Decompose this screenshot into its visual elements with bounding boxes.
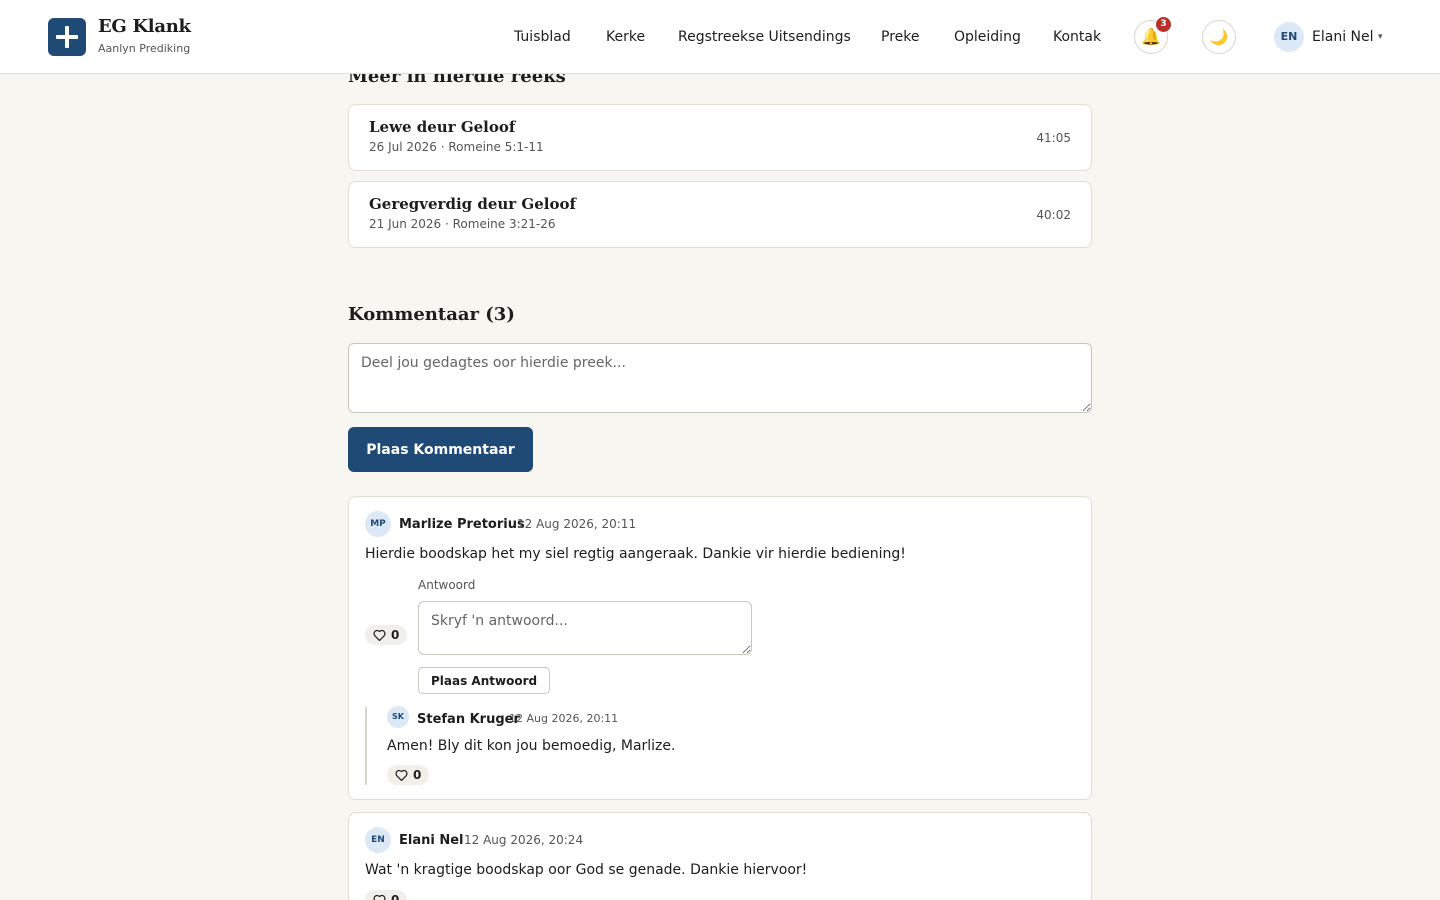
comment-input[interactable]: [348, 343, 1092, 413]
reply-author: Stefan Kruger: [417, 712, 520, 727]
like-count: 0: [391, 628, 400, 642]
series-item[interactable]: Geregverdig deur Geloof 21 Jun 2026 · Ro…: [348, 181, 1092, 248]
like-button[interactable]: 0: [365, 890, 408, 900]
chevron-down-icon[interactable]: ▾: [1378, 32, 1383, 42]
reply-input[interactable]: [418, 601, 752, 655]
notification-count-badge: 3: [1156, 17, 1171, 32]
heart-icon: [373, 629, 386, 641]
nav-link-opleiding[interactable]: Opleiding: [954, 29, 1021, 45]
comment-body: Wat 'n kragtige boodskap oor God se gena…: [365, 862, 808, 878]
reply-label: Antwoord: [418, 578, 476, 592]
user-menu-name[interactable]: Elani Nel: [1312, 29, 1374, 45]
comment-date: 12 Aug 2026, 20:24: [464, 833, 584, 847]
series-item-duration: 41:05: [1036, 131, 1071, 145]
like-button[interactable]: 0: [365, 625, 408, 645]
brand-subtitle: Aanlyn Prediking: [98, 42, 191, 55]
series-item-meta: 21 Jun 2026 · Romeine 3:21-26: [369, 217, 556, 231]
series-item-meta: 26 Jul 2026 · Romeine 5:1-11: [369, 140, 544, 154]
brand-title[interactable]: EG Klank: [98, 16, 191, 37]
cross-logo-icon[interactable]: [48, 18, 86, 56]
avatar: MP: [365, 511, 391, 537]
heart-icon: [373, 894, 386, 900]
heart-icon: [395, 769, 408, 781]
comment-card: MP Marlize Pretorius 12 Aug 2026, 20:11 …: [348, 496, 1092, 800]
nav-link-kerke[interactable]: Kerke: [606, 29, 645, 45]
post-comment-button[interactable]: Plaas Kommentaar: [348, 427, 533, 472]
like-button[interactable]: 0: [387, 765, 430, 785]
post-reply-button[interactable]: Plaas Antwoord: [418, 667, 551, 694]
comment-author: Marlize Pretorius: [399, 517, 525, 532]
reply-thread-line: [365, 707, 367, 785]
avatar[interactable]: EN: [1274, 22, 1304, 52]
series-item[interactable]: Lewe deur Geloof 26 Jul 2026 · Romeine 5…: [348, 104, 1092, 171]
like-count: 0: [413, 768, 422, 782]
comment-author: Elani Nel: [399, 833, 464, 848]
avatar: SK: [387, 706, 409, 728]
series-item-title: Geregverdig deur Geloof: [369, 195, 576, 213]
comment-body: Hierdie boodskap het my siel regtig aang…: [365, 546, 906, 562]
comment-card: EN Elani Nel 12 Aug 2026, 20:24 Wat 'n k…: [348, 812, 1092, 900]
reply-date: 12 Aug 2026, 20:11: [509, 712, 619, 725]
dark-mode-toggle-icon[interactable]: 🌙: [1202, 20, 1236, 54]
avatar: EN: [365, 827, 391, 853]
comments-heading: Kommentaar (3): [348, 304, 515, 325]
like-count: 0: [391, 893, 400, 900]
comment-date: 12 Aug 2026, 20:11: [517, 517, 637, 531]
nav-link-preke[interactable]: Preke: [881, 29, 919, 45]
nav-link-tuisblad[interactable]: Tuisblad: [514, 29, 571, 45]
reply-body: Amen! Bly dit kon jou bemoedig, Marlize.: [387, 738, 676, 754]
nav-link-kontak[interactable]: Kontak: [1053, 29, 1101, 45]
nav-link-regstreekse-uitsendings[interactable]: Regstreekse Uitsendings: [678, 29, 851, 45]
series-item-title: Lewe deur Geloof: [369, 118, 516, 136]
top-navigation-bar: EG Klank Aanlyn Prediking Tuisblad Kerke…: [0, 0, 1440, 74]
series-item-duration: 40:02: [1036, 208, 1071, 222]
